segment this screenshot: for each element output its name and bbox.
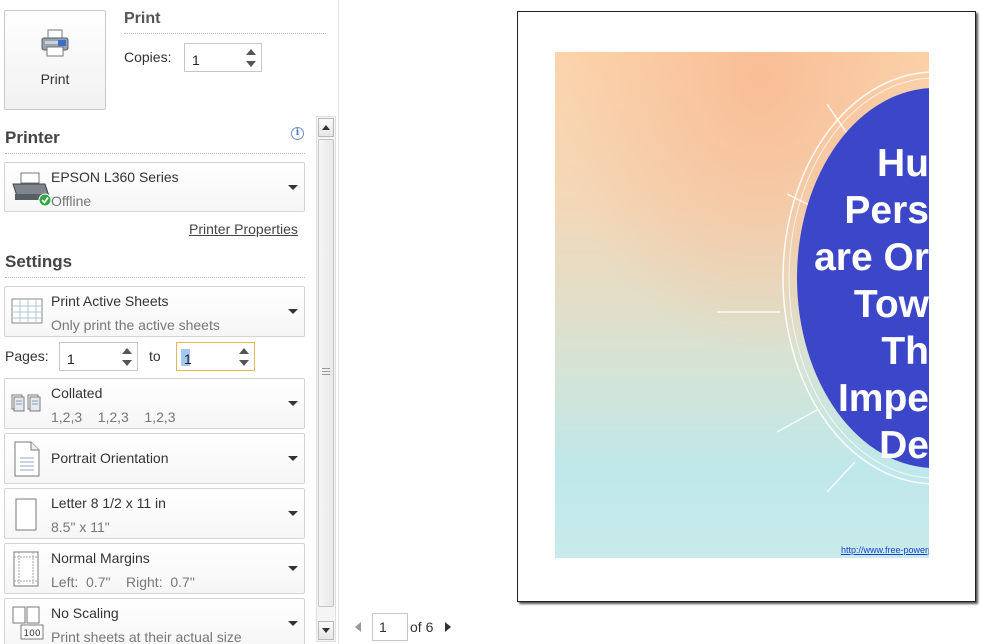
paper-size-title: Letter 8 1/2 x 11 in: [51, 495, 166, 511]
pages-to-stepper[interactable]: [176, 342, 255, 371]
slide-word: Impe: [837, 377, 929, 420]
margins-dropdown[interactable]: Normal Margins Left: 0.7" Right: 0.7": [4, 543, 305, 594]
print-what-dropdown[interactable]: Print Active Sheets Only print the activ…: [4, 286, 305, 337]
slide-word: Tow: [853, 283, 929, 326]
info-icon[interactable]: i: [291, 127, 304, 140]
chevron-down-icon: [288, 621, 298, 626]
printer-dropdown[interactable]: EPSON L360 Series Offline: [4, 162, 305, 212]
settings-scrollbar[interactable]: [316, 116, 336, 642]
divider: [124, 33, 326, 34]
collate-icon: [11, 394, 41, 412]
print-what-subtitle: Only print the active sheets: [51, 317, 220, 333]
printer-status: Offline: [51, 193, 92, 209]
chevron-down-icon: [288, 185, 298, 190]
pages-to-up-arrow-icon[interactable]: [238, 346, 250, 357]
print-preview-page: Hu Pers are Or Tow Th Impe De http://www…: [517, 11, 976, 602]
pages-to-down-arrow-icon[interactable]: [238, 357, 250, 368]
next-page-icon[interactable]: [445, 622, 451, 632]
orientation-title: Portrait Orientation: [51, 450, 169, 466]
printer-status-icon: [12, 172, 51, 207]
printer-properties-link[interactable]: Printer Properties: [189, 221, 298, 237]
chevron-down-icon: [288, 566, 298, 571]
print-what-title: Print Active Sheets: [51, 293, 169, 309]
printer-section-title: Printer: [5, 128, 60, 147]
pages-from-up-arrow-icon[interactable]: [121, 346, 133, 357]
slide-word: Hu: [877, 142, 929, 185]
slide-word: Pers: [844, 189, 929, 232]
printer-icon: [41, 29, 69, 57]
sheets-icon: [11, 298, 43, 324]
copies-down-arrow-icon[interactable]: [245, 58, 257, 69]
scaling-subtitle: Print sheets at their actual size: [51, 629, 242, 644]
page-count-label: of 6: [410, 619, 434, 635]
scaling-title: No Scaling: [51, 605, 119, 621]
pages-from-stepper[interactable]: [59, 342, 138, 371]
settings-section-title: Settings: [5, 252, 73, 271]
margins-icon: [13, 551, 39, 587]
scroll-up-arrow-icon[interactable]: [318, 118, 334, 137]
print-button-label: Print: [40, 71, 70, 87]
chevron-down-icon: [288, 456, 298, 461]
margins-subtitle: Left: 0.7" Right: 0.7": [51, 574, 195, 590]
copies-label: Copies:: [124, 49, 172, 65]
copies-up-arrow-icon[interactable]: [245, 47, 257, 58]
divider: [5, 277, 305, 278]
copies-stepper[interactable]: [184, 43, 262, 72]
slide-url: http://www.free-powerp: [841, 545, 929, 555]
margins-title: Normal Margins: [51, 550, 150, 566]
scaling-dropdown[interactable]: 100 No Scaling Print sheets at their act…: [4, 598, 305, 644]
slide-word: Th: [881, 330, 929, 373]
paper-size-dropdown[interactable]: Letter 8 1/2 x 11 in 8.5" x 11": [4, 488, 305, 539]
print-section-title: Print: [124, 10, 161, 27]
printer-name: EPSON L360 Series: [51, 169, 179, 185]
pages-label: Pages:: [5, 348, 49, 364]
grip-icon: [322, 368, 330, 375]
paper-size-icon: [15, 498, 37, 531]
slide-thumbnail: Hu Pers are Or Tow Th Impe De http://www…: [555, 52, 929, 558]
collation-dropdown[interactable]: Collated 1,2,3 1,2,3 1,2,3: [4, 378, 305, 429]
chevron-down-icon: [288, 401, 298, 406]
collation-subtitle: 1,2,3 1,2,3 1,2,3: [51, 409, 176, 425]
paper-size-subtitle: 8.5" x 11": [51, 519, 110, 535]
chevron-down-icon: [288, 309, 298, 314]
current-page-input[interactable]: 1: [372, 613, 408, 641]
chevron-down-icon: [288, 511, 298, 516]
slide-word: De: [879, 424, 929, 467]
slide-title-text: Hu Pers are Or Tow Th Impe De: [789, 140, 929, 469]
portrait-page-icon: [14, 441, 40, 477]
print-button[interactable]: Print: [4, 10, 106, 110]
slide-word: are Or: [814, 236, 929, 279]
collation-title: Collated: [51, 385, 103, 401]
scaling-icon-text: 100: [23, 629, 40, 639]
print-settings-pane: Print Print Copies: Printer i EPSON L360…: [0, 0, 339, 644]
previous-page-icon[interactable]: [355, 622, 361, 632]
orientation-dropdown[interactable]: Portrait Orientation: [4, 433, 305, 484]
divider: [5, 153, 305, 154]
to-label: to: [149, 348, 161, 364]
scaling-icon: 100: [12, 606, 44, 640]
scrollbar-thumb[interactable]: [318, 139, 334, 607]
scroll-down-arrow-icon[interactable]: [318, 621, 334, 640]
pages-from-down-arrow-icon[interactable]: [121, 357, 133, 368]
